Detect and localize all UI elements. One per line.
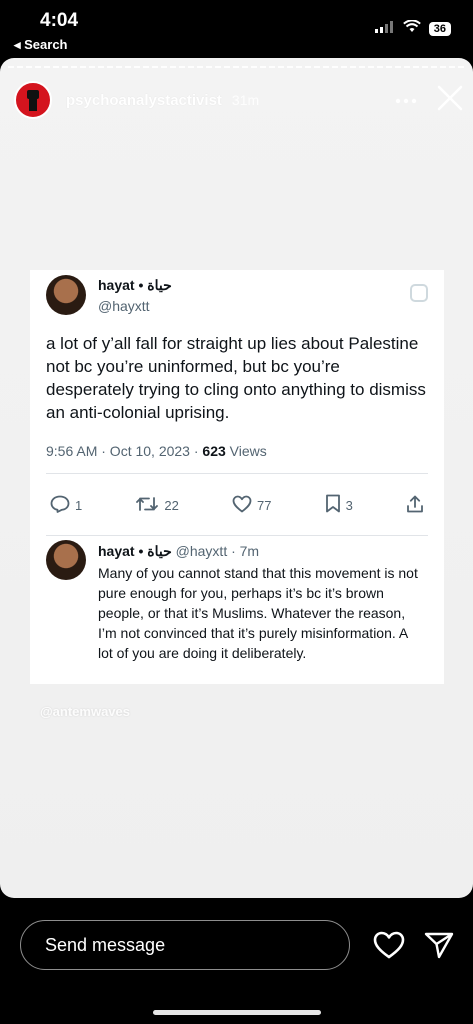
signal-icon: [374, 20, 395, 38]
reply-header: hayat • حياة @hayxtt · 7m: [98, 543, 259, 560]
tweet-actions: 1 22 77 3: [50, 490, 424, 520]
retweet-icon: [135, 495, 159, 516]
reply-author-name: hayat • حياة: [98, 543, 172, 559]
tweet-author-avatar: [46, 275, 86, 315]
reply-meta: @hayxtt · 7m: [171, 543, 260, 559]
reply-author-avatar: [46, 540, 86, 580]
story-progress-bar: [8, 66, 465, 68]
raised-fist-icon: [27, 90, 39, 111]
tweet-views-label: Views: [225, 443, 267, 459]
wifi-icon: [402, 19, 421, 38]
story-avatar[interactable]: [14, 81, 52, 119]
divider: [46, 535, 428, 536]
story-header: psychoanalystactivist 31m: [14, 80, 463, 120]
reply-text: Many of you cannot stand that this movem…: [98, 565, 418, 661]
story-username[interactable]: psychoanalystactivist: [66, 92, 222, 109]
reply-icon: [50, 495, 70, 516]
tweet-screenshot: hayat • حياة @hayxtt a lot of y’all fall…: [30, 270, 444, 684]
story-reply-bar: Send message: [0, 898, 473, 1024]
like-action: 77: [232, 495, 271, 516]
like-story-heart-icon[interactable]: [373, 931, 405, 964]
retweet-count: 22: [164, 497, 179, 513]
more-options-icon[interactable]: [395, 91, 417, 109]
tweet-author-name: hayat • حياة: [98, 277, 172, 293]
heart-icon: [232, 495, 252, 516]
tweet-views-count: 623: [202, 443, 226, 459]
grok-icon: [410, 284, 428, 307]
tweet-date: 9:56 AM · Oct 10, 2023 ·: [46, 443, 203, 459]
like-count: 77: [256, 497, 272, 513]
battery-indicator: 36: [428, 22, 451, 36]
share-icon: [406, 495, 424, 516]
clock: 4:04: [40, 10, 79, 31]
reply-action: 1: [50, 495, 82, 516]
watermark: @antemwaves: [40, 704, 130, 719]
bookmark-count: 3: [345, 497, 353, 513]
close-icon[interactable]: [437, 85, 463, 116]
tweet-text: a lot of y’all fall for straight up lies…: [46, 334, 426, 422]
story-view[interactable]: psychoanalystactivist 31m hayat • حياة @…: [0, 58, 473, 898]
back-to-search-link[interactable]: ◂ Search: [14, 37, 68, 53]
bookmark-action: 3: [325, 494, 353, 516]
divider: [46, 473, 428, 474]
tweet-meta: 9:56 AM · Oct 10, 2023 · 623 Views: [46, 443, 267, 459]
reply-count: 1: [75, 497, 83, 513]
tweet-author-handle: @hayxtt: [98, 298, 150, 314]
send-message-input[interactable]: Send message: [20, 920, 350, 970]
status-icons: 36: [374, 19, 451, 38]
status-bar: 4:04 ◂ Search 36: [0, 0, 473, 58]
retweet-action: 22: [135, 495, 179, 516]
bookmark-icon: [325, 494, 341, 516]
send-direct-icon[interactable]: [424, 931, 454, 964]
story-time-ago: 31m: [231, 92, 260, 108]
home-indicator: [153, 1010, 321, 1015]
